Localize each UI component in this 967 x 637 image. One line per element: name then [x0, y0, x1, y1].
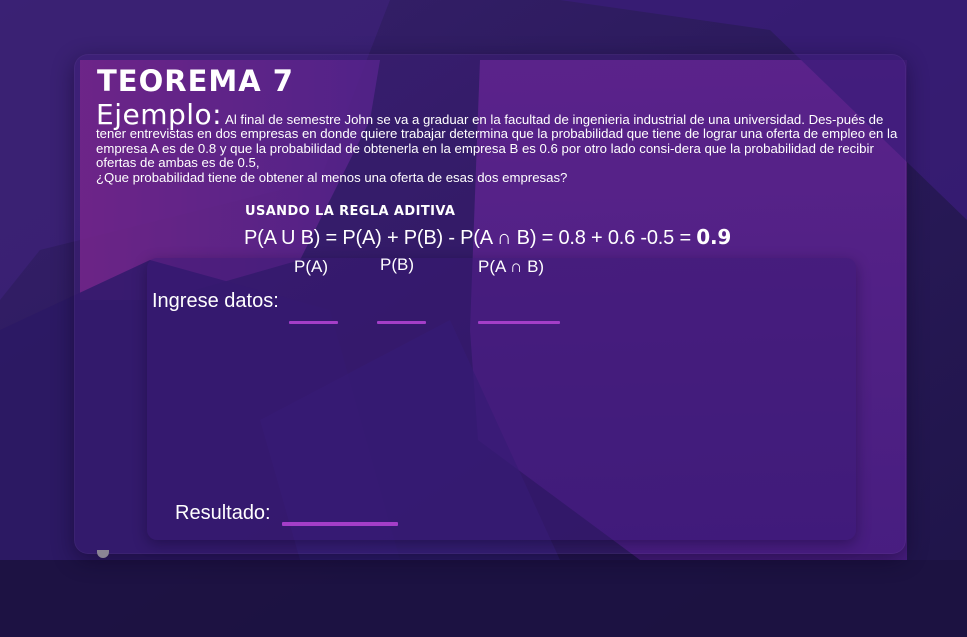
rule-title: USANDO LA REGLA ADITIVA — [245, 204, 456, 219]
pa-input[interactable] — [289, 321, 338, 324]
pb-label: P(B) — [380, 255, 414, 274]
result-label: Resultado: — [175, 502, 271, 524]
slide-title: TEOREMA 7 — [97, 64, 294, 98]
pab-input[interactable] — [478, 321, 560, 324]
example-question: ¿Que probabilidad tiene de obtener al me… — [96, 169, 568, 185]
pa-label: P(A) — [294, 257, 328, 276]
formula-line: P(A U B) = P(A) + P(B) - P(A ∩ B) = 0.8 … — [244, 225, 731, 250]
formula-result: 0.9 — [696, 225, 732, 249]
formula-expression: P(A U B) = P(A) + P(B) - P(A ∩ B) = 0.8 … — [244, 227, 697, 249]
pab-label: P(A ∩ B) — [478, 257, 545, 276]
pb-input[interactable] — [377, 321, 426, 324]
result-field[interactable] — [282, 522, 398, 526]
example-block: Ejemplo: Al final de semestre John se va… — [96, 101, 904, 185]
input-prompt: Ingrese datos: — [152, 290, 279, 312]
